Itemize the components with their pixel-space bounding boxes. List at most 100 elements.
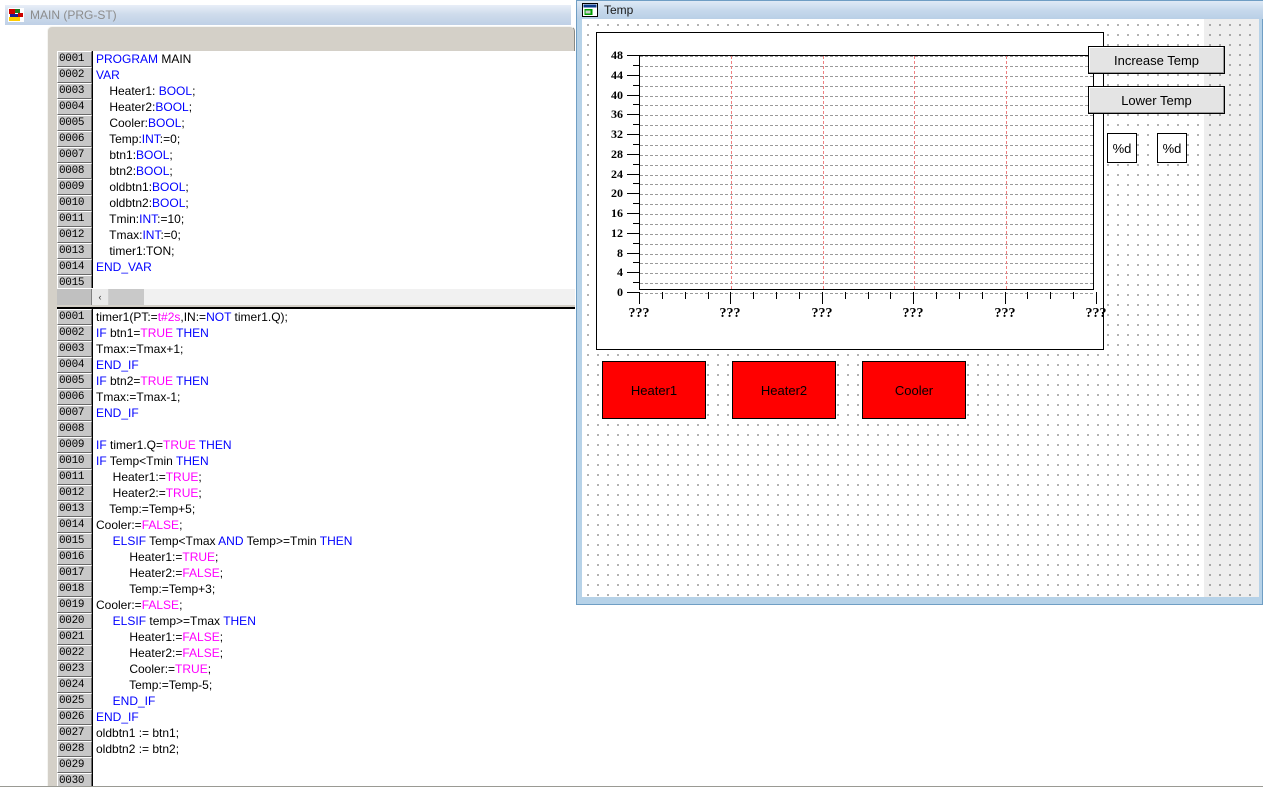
code-text[interactable]: Temp:=Temp+5; [92,501,575,517]
code-text[interactable]: Heater1:=FALSE; [92,629,575,645]
code-line[interactable]: 0012 Tmax:INT:=0; [57,227,575,243]
cooler-lamp[interactable]: Cooler [862,361,966,419]
code-text[interactable]: END_IF [92,693,575,709]
code-line[interactable]: 0014 Cooler:=FALSE; [57,517,575,533]
code-text[interactable]: IF btn2=TRUE THEN [92,373,575,389]
code-line[interactable]: 0029 [57,757,575,773]
visualization-canvas[interactable]: 0 4 8 12 16 20 24 28 32 36 40 44 48?????????????????… [582,19,1259,597]
code-text[interactable]: Cooler:=TRUE; [92,661,575,677]
code-line[interactable]: 0001 PROGRAM MAIN [57,51,575,67]
code-line[interactable]: 0013 Temp:=Temp+5; [57,501,575,517]
code-text[interactable]: Heater1:=TRUE; [92,549,575,565]
code-text[interactable]: Cooler:BOOL; [92,115,575,131]
scrollbar-thumb[interactable] [109,289,144,305]
code-line[interactable]: 0002 VAR [57,67,575,83]
code-line[interactable]: 0018 Temp:=Temp+3; [57,581,575,597]
code-line[interactable]: 0028 oldbtn2 := btn2; [57,741,575,757]
code-line[interactable]: 0001 timer1(PT:=t#2s,IN:=NOT timer1.Q); [57,309,575,325]
code-line[interactable]: 0012 Heater2:=TRUE; [57,485,575,501]
code-line[interactable]: 0027 oldbtn1 := btn1; [57,725,575,741]
tmax-value-display[interactable]: %d [1157,133,1187,163]
code-text[interactable]: Temp:=Temp-5; [92,677,575,693]
code-text[interactable]: btn2:BOOL; [92,163,575,179]
increase-temp-button[interactable]: Increase Temp [1088,46,1225,74]
code-text[interactable] [92,421,575,437]
code-text[interactable]: Heater2:=FALSE; [92,645,575,661]
code-text[interactable]: Heater2:=TRUE; [92,485,575,501]
code-line[interactable]: 0014 END_VAR [57,259,575,275]
code-line[interactable]: 0009 IF timer1.Q=TRUE THEN [57,437,575,453]
code-text[interactable]: Heater2:BOOL; [92,99,575,115]
code-text[interactable]: oldbtn2 := btn2; [92,741,575,757]
code-line[interactable]: 0010 IF Temp<Tmin THEN [57,453,575,469]
code-text[interactable]: Tmax:INT:=0; [92,227,575,243]
code-text[interactable]: END_IF [92,405,575,421]
code-text[interactable]: END_VAR [92,259,575,275]
code-text[interactable]: END_IF [92,357,575,373]
temp-value-display[interactable]: %d [1107,133,1137,163]
main-window-titlebar[interactable]: MAIN (PRG-ST) [5,5,571,25]
code-text[interactable]: oldbtn1:BOOL; [92,179,575,195]
code-text[interactable]: oldbtn2:BOOL; [92,195,575,211]
code-line[interactable]: 0022 Heater2:=FALSE; [57,645,575,661]
code-line[interactable]: 0008 [57,421,575,437]
code-line[interactable]: 0003 Tmax:=Tmax+1; [57,341,575,357]
code-line[interactable]: 0023 Cooler:=TRUE; [57,661,575,677]
code-line[interactable]: 0008 btn2:BOOL; [57,163,575,179]
temp-trace-chart[interactable]: 0 4 8 12 16 20 24 28 32 36 40 44 48?????????????????… [596,32,1107,350]
code-line[interactable]: 0021 Heater1:=FALSE; [57,629,575,645]
code-line[interactable]: 0025 END_IF [57,693,575,709]
code-text[interactable]: Cooler:=FALSE; [92,517,575,533]
code-text[interactable]: ELSIF temp>=Tmax THEN [92,613,575,629]
code-text[interactable]: END_IF [92,709,575,725]
code-line[interactable]: 0003 Heater1: BOOL; [57,83,575,99]
code-text[interactable]: IF timer1.Q=TRUE THEN [92,437,575,453]
code-text[interactable]: ELSIF Temp<Tmax AND Temp>=Tmin THEN [92,533,575,549]
code-text[interactable]: btn1:BOOL; [92,147,575,163]
code-text[interactable]: timer1(PT:=t#2s,IN:=NOT timer1.Q); [92,309,575,325]
code-text[interactable]: Tmin:INT:=10; [92,211,575,227]
lower-temp-button[interactable]: Lower Temp [1088,86,1225,114]
code-line[interactable]: 0011 Tmin:INT:=10; [57,211,575,227]
code-text[interactable]: oldbtn1 := btn1; [92,725,575,741]
declaration-hscrollbar[interactable]: ‹ [57,288,575,305]
code-line[interactable]: 0004 END_IF [57,357,575,373]
code-line[interactable]: 0002 IF btn1=TRUE THEN [57,325,575,341]
code-line[interactable]: 0024 Temp:=Temp-5; [57,677,575,693]
code-text[interactable]: Heater2:=FALSE; [92,565,575,581]
code-line[interactable]: 0016 Heater1:=TRUE; [57,549,575,565]
code-line[interactable]: 0015 ELSIF Temp<Tmax AND Temp>=Tmin THEN [57,533,575,549]
code-line[interactable]: 0020 ELSIF temp>=Tmax THEN [57,613,575,629]
scrollbar-track[interactable] [144,289,575,305]
code-text[interactable]: VAR [92,67,575,83]
code-line[interactable]: 0026 END_IF [57,709,575,725]
code-text[interactable]: IF btn1=TRUE THEN [92,325,575,341]
code-line[interactable]: 0019 Cooler:=FALSE; [57,597,575,613]
code-line[interactable]: 0009 oldbtn1:BOOL; [57,179,575,195]
heater1-lamp[interactable]: Heater1 [602,361,706,419]
code-text[interactable]: Temp:INT:=0; [92,131,575,147]
code-line[interactable]: 0006 Temp:INT:=0; [57,131,575,147]
code-line[interactable]: 0005 IF btn2=TRUE THEN [57,373,575,389]
vis-window-titlebar[interactable]: Temp [577,1,1263,19]
code-text[interactable]: Tmax:=Tmax+1; [92,341,575,357]
code-line[interactable]: 0007 END_IF [57,405,575,421]
code-text[interactable]: PROGRAM MAIN [92,51,575,67]
declaration-editor[interactable]: 0001 PROGRAM MAIN 0002 VAR 0003 Heater1: BOO… [57,51,575,289]
code-text[interactable] [92,757,575,773]
heater2-lamp[interactable]: Heater2 [732,361,836,419]
code-line[interactable]: 0015 [57,275,575,289]
code-line[interactable]: 0006 Tmax:=Tmax-1; [57,389,575,405]
code-text[interactable] [92,275,575,289]
code-line[interactable]: 0005 Cooler:BOOL; [57,115,575,131]
code-line[interactable]: 0010 oldbtn2:BOOL; [57,195,575,211]
code-text[interactable]: timer1:TON; [92,243,575,259]
code-text[interactable]: Heater1: BOOL; [92,83,575,99]
code-line[interactable]: 0013 timer1:TON; [57,243,575,259]
code-line[interactable]: 0004 Heater2:BOOL; [57,99,575,115]
code-text[interactable]: Heater1:=TRUE; [92,469,575,485]
code-line[interactable]: 0007 btn1:BOOL; [57,147,575,163]
code-text[interactable]: IF Temp<Tmin THEN [92,453,575,469]
code-text[interactable]: Cooler:=FALSE; [92,597,575,613]
code-line[interactable]: 0017 Heater2:=FALSE; [57,565,575,581]
